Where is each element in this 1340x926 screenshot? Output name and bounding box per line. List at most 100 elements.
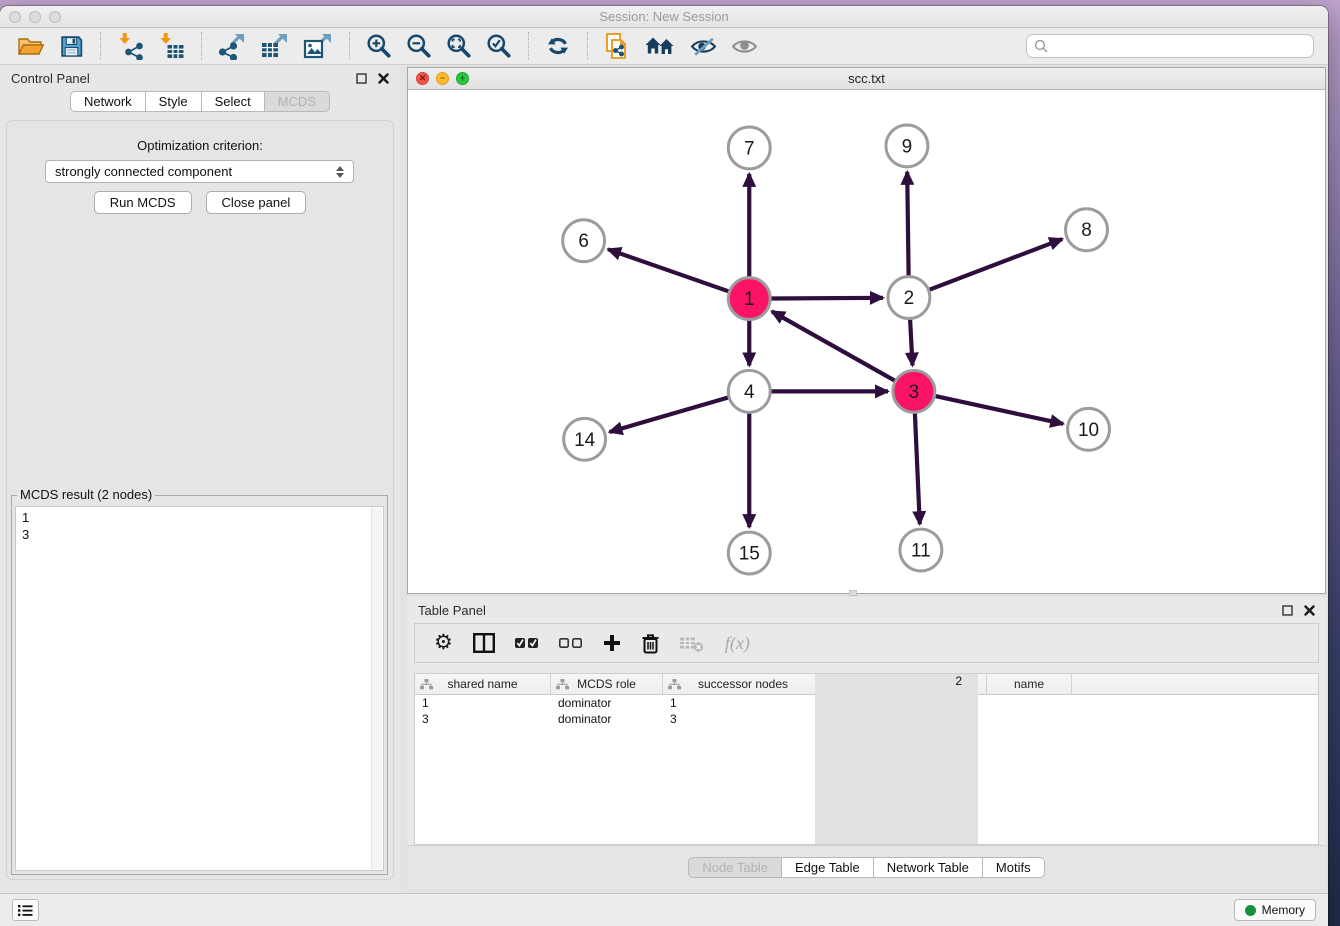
tab-network-table[interactable]: Network Table: [874, 857, 983, 878]
function-builder-button[interactable]: f(x): [725, 633, 750, 654]
column-tree-icon: [668, 679, 681, 690]
network-zoom-button[interactable]: +: [456, 72, 469, 85]
table-options-button[interactable]: ⚙: [434, 633, 453, 653]
network-window: ✕ − + scc.txt 1234678910111415: [407, 67, 1326, 594]
table-panel-title: Table Panel: [418, 603, 486, 618]
graph-edge-4-14[interactable]: [610, 397, 729, 432]
tab-network[interactable]: Network: [70, 91, 146, 112]
graph-edge-1-2[interactable]: [771, 298, 883, 299]
right-area: ✕ − + scc.txt 1234678910111415: [400, 65, 1328, 893]
delete-table-button[interactable]: [680, 635, 704, 652]
import-table-button[interactable]: [158, 31, 185, 61]
add-column-button[interactable]: [603, 634, 621, 652]
memory-button[interactable]: Memory: [1234, 899, 1316, 921]
toolbar-separator: [528, 32, 529, 60]
network-canvas[interactable]: 1 2 3 4 6 7 8 9 10 11 14 15: [408, 90, 1325, 593]
mcds-result-text: 1 3: [22, 509, 367, 868]
import-network-button[interactable]: [117, 31, 144, 61]
graph-node-4[interactable]: 4: [728, 370, 770, 412]
plus-icon: [603, 634, 621, 652]
graph-node-7[interactable]: 7: [728, 127, 770, 169]
duplicate-network-button[interactable]: [604, 31, 630, 61]
search-input[interactable]: [1052, 38, 1306, 55]
result-scrollbar[interactable]: [371, 508, 382, 869]
graph-node-2[interactable]: 2: [888, 277, 930, 319]
graph-edge-2-3[interactable]: [910, 320, 912, 366]
graph-node-3[interactable]: 3: [893, 370, 935, 412]
eye-icon: [731, 37, 758, 56]
table-row[interactable]: 3dominator323: [415, 711, 1318, 727]
window-traffic-lights: [9, 11, 61, 23]
svg-text:15: 15: [739, 544, 760, 565]
open-session-button[interactable]: [17, 31, 45, 61]
graph-node-15[interactable]: 15: [728, 532, 770, 574]
close-panel-button[interactable]: Close panel: [206, 191, 307, 214]
mcds-tab-content: Optimization criterion: strongly connect…: [6, 120, 394, 880]
column-header-name[interactable]: name: [987, 674, 1072, 694]
column-header-successor-nodes[interactable]: successor nodes: [663, 674, 824, 694]
zoom-in-button[interactable]: [366, 31, 392, 61]
float-panel-icon[interactable]: [1282, 605, 1293, 616]
delete-table-icon: [680, 635, 704, 652]
tab-style[interactable]: Style: [146, 91, 202, 112]
criterion-select[interactable]: strongly connected component: [45, 160, 354, 183]
close-panel-icon[interactable]: [378, 73, 389, 84]
graph-edge-2-8[interactable]: [929, 239, 1062, 290]
run-mcds-button[interactable]: Run MCDS: [94, 191, 192, 214]
show-all-button[interactable]: [731, 31, 758, 61]
graph-node-8[interactable]: 8: [1066, 209, 1108, 251]
toolbar-separator: [587, 32, 588, 60]
close-panel-icon[interactable]: [1304, 605, 1315, 616]
column-header-shared-name[interactable]: shared name: [415, 674, 551, 694]
search-field[interactable]: [1026, 34, 1314, 58]
graph-node-10[interactable]: 10: [1068, 408, 1110, 450]
hide-unselected-button[interactable]: [690, 31, 717, 61]
graph-edge-1-6[interactable]: [608, 249, 728, 291]
export-image-icon: [303, 32, 333, 60]
table-tabs: Node TableEdge TableNetwork TableMotifs: [688, 857, 1044, 878]
zoom-selected-button[interactable]: [486, 31, 512, 61]
graph-edge-3-11[interactable]: [915, 413, 920, 524]
export-network-button[interactable]: [218, 31, 246, 61]
svg-text:1: 1: [744, 289, 755, 310]
zoom-out-button[interactable]: [406, 31, 432, 61]
svg-text:8: 8: [1081, 220, 1092, 241]
network-close-button[interactable]: ✕: [416, 72, 429, 85]
graph-node-14[interactable]: 14: [564, 418, 606, 460]
zoom-window-button[interactable]: [49, 11, 61, 23]
zoom-fit-icon: [446, 33, 472, 59]
float-panel-icon[interactable]: [356, 73, 367, 84]
graph-edge-3-1[interactable]: [772, 311, 895, 380]
graph-node-6[interactable]: 6: [563, 220, 605, 262]
refresh-layout-button[interactable]: [545, 31, 571, 61]
graph-node-11[interactable]: 11: [900, 529, 942, 571]
task-history-button[interactable]: [12, 899, 39, 921]
save-session-button[interactable]: [59, 31, 84, 61]
delete-column-button[interactable]: [641, 633, 660, 654]
select-all-columns-button[interactable]: [515, 637, 539, 649]
splitter-handle[interactable]: [849, 590, 857, 596]
toolbar-separator: [349, 32, 350, 60]
tab-edge-table[interactable]: Edge Table: [782, 857, 874, 878]
eye-slash-icon: [690, 36, 717, 57]
zoom-fit-button[interactable]: [446, 31, 472, 61]
close-window-button[interactable]: [9, 11, 21, 23]
unselect-all-columns-button[interactable]: [559, 637, 583, 649]
tab-motifs[interactable]: Motifs: [983, 857, 1045, 878]
tab-node-table[interactable]: Node Table: [688, 857, 782, 878]
graph-node-1[interactable]: 1: [728, 278, 770, 320]
home-view-button[interactable]: [644, 31, 676, 61]
graph-node-9[interactable]: 9: [886, 125, 928, 167]
window-titlebar: Session: New Session: [0, 6, 1328, 28]
graph-edge-2-9[interactable]: [907, 172, 908, 276]
column-header-MCDS-role[interactable]: MCDS role: [551, 674, 663, 694]
export-table-button[interactable]: [260, 31, 289, 61]
tab-select[interactable]: Select: [202, 91, 265, 112]
graph-edge-3-10[interactable]: [935, 396, 1063, 424]
network-minimize-button[interactable]: −: [436, 72, 449, 85]
open-folder-icon: [17, 34, 45, 58]
split-columns-button[interactable]: [473, 633, 495, 653]
export-image-button[interactable]: [303, 31, 333, 61]
tab-mcds[interactable]: MCDS: [265, 91, 330, 112]
minimize-window-button[interactable]: [29, 11, 41, 23]
